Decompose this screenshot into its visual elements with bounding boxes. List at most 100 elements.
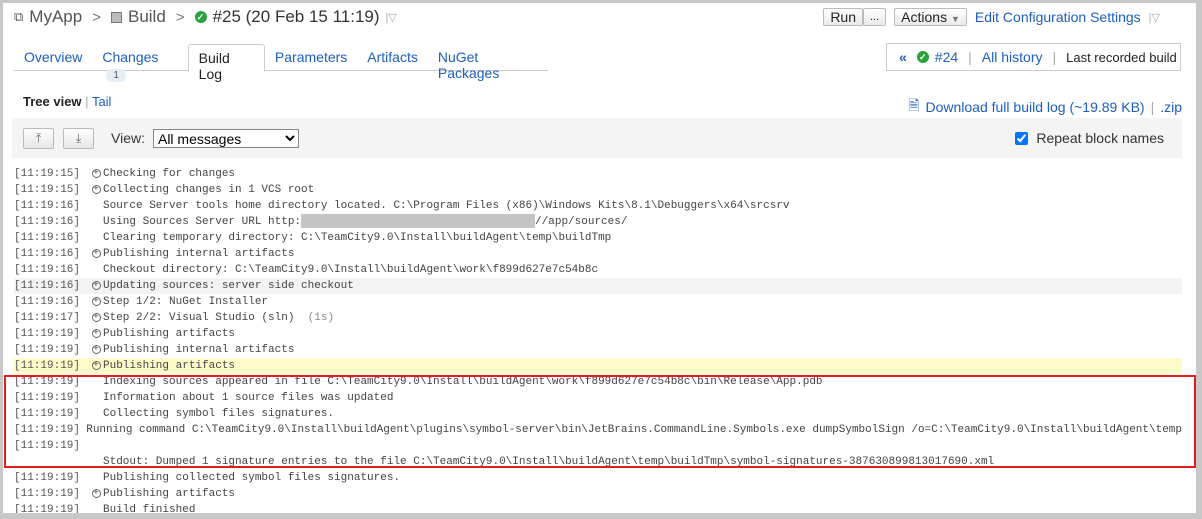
tab-overview[interactable]: Overview [14,44,92,71]
log-view-switch: Tree view | Tail [23,94,111,109]
divider: | [1052,49,1057,65]
log-row: [11:19:15] + Collecting changes in 1 VCS r… [14,182,1182,198]
download-zip-link[interactable]: .zip [1160,99,1182,115]
actions-label: Actions [901,9,948,25]
log-message: Indexing sources appeared in file C:\Tea… [103,376,823,388]
previous-build-link[interactable]: #24 [935,49,958,65]
log-timestamp: [11:19:17] [14,312,81,324]
expand-icon[interactable]: + [89,486,103,502]
tab-build-log[interactable]: Build Log [187,44,265,82]
expand-icon[interactable]: + [89,310,103,326]
run-options-button[interactable]: ... [863,8,887,26]
breadcrumb-build: #25 (20 Feb 15 11:19) [212,7,380,26]
tab-changes[interactable]: Changes 1 [92,44,187,82]
download-log-link[interactable]: Download full build log (~19.89 KB) [925,99,1144,115]
log-row: [11:19:15] + Checking for changes [14,166,1182,182]
tab-bar: Overview Changes 1 Build Log Parameters A… [14,44,548,82]
actions-button[interactable]: Actions ▼ [894,8,967,26]
log-row: [11:19:19] Collecting symbol files signat… [14,406,1182,422]
tab-nuget-packages[interactable]: NuGet Packages [428,44,548,81]
project-icon: ⧉ [14,9,24,24]
log-row: [11:19:19] Running command C:\TeamCity9.0… [14,422,1182,438]
log-row: [11:19:16] Using Sources Server URL http:… [14,214,1182,230]
tail-tab[interactable]: Tail [92,94,112,109]
expand-icon[interactable]: + [89,278,103,294]
run-button[interactable]: Run [823,8,863,26]
log-message: Stdout: Dumped 1 signature entries to th… [103,456,995,468]
log-message: Publishing artifacts [103,328,236,340]
tree-view-tab[interactable]: Tree view [23,94,82,109]
divider: | [968,49,972,65]
log-timestamp: [11:19:16] [14,216,81,228]
success-icon: ✓ [194,11,207,23]
scroll-bottom-button[interactable]: ⤓ [63,127,94,149]
breadcrumb-config[interactable]: Build [128,7,166,27]
build-dropdown-icon[interactable]: |▽ [386,11,397,24]
build-log: [11:19:15] + Checking for changes [11:19:15… [14,166,1182,518]
last-recorded-build-label: Last recorded build [1066,49,1177,65]
log-timestamp: [11:19:16] [14,248,81,260]
expand-icon[interactable]: + [89,166,103,182]
log-timestamp: [11:19:19] [14,408,81,420]
log-message: Clearing temporary directory: C:\TeamCit… [103,232,612,244]
all-history-link[interactable]: All history [982,49,1043,65]
repeat-block-names[interactable]: Repeat block names [1015,130,1164,146]
expand-icon[interactable]: + [89,342,103,358]
log-timestamp [14,454,89,470]
tab-parameters[interactable]: Parameters [265,44,357,71]
header-actions: Run ... Actions ▼ Edit Configuration Set… [823,8,1160,26]
view-select[interactable]: All messages [152,128,299,148]
build-config-icon [110,11,122,23]
log-row: [11:19:16] + Updating sources: server side… [14,278,1182,294]
log-timestamp: [11:19:19] [14,360,81,372]
window-border [0,513,1202,519]
window-border [1196,0,1202,519]
duration: (1s) [307,312,335,324]
tab-artifacts[interactable]: Artifacts [357,44,428,71]
repeat-block-names-checkbox[interactable] [1015,131,1029,145]
log-message: Publishing internal artifacts [103,248,295,260]
changes-count-badge: 1 [106,69,126,82]
log-timestamp: [11:19:19] [14,488,81,500]
edit-dropdown-icon[interactable]: |▽ [1149,11,1160,24]
log-row: [11:19:19] + Publishing artifacts [14,358,1182,374]
log-timestamp: [11:19:19] [14,376,81,388]
log-row: [11:19:19] Indexing sources appeared in f… [14,374,1182,390]
expand-icon[interactable]: + [89,246,103,262]
log-row: [11:19:19] Publishing collected symbol fi… [14,470,1182,486]
expand-icon[interactable]: + [89,326,103,342]
scroll-top-button[interactable]: ⤒ [23,127,54,149]
log-message: Running command C:\TeamCity9.0\Install\b… [86,424,1182,436]
expand-icon[interactable]: + [89,182,103,198]
divider: | [85,94,92,109]
log-message: Information about 1 source files was upd… [103,392,394,404]
edit-configuration-link[interactable]: Edit Configuration Settings [975,9,1141,25]
log-timestamp: [11:19:16] [14,280,81,292]
previous-build-icon[interactable]: « [899,49,907,65]
log-row: [11:19:17] + Step 2/2: Visual Studio (sln)… [14,310,1182,326]
breadcrumb-project[interactable]: MyApp [29,7,82,27]
log-timestamp: [11:19:19] [14,392,81,404]
expand-icon[interactable]: + [89,358,103,374]
log-row: [11:19:19] [14,438,1182,454]
log-row: [11:19:19] + Publishing internal artifacts [14,342,1182,358]
tab-label: Changes [102,49,159,65]
download-icon: 🗎 [908,97,920,113]
log-message: Updating sources: server side checkout [103,280,354,292]
log-message: Step 2/2: Visual Studio (sln) [103,312,295,324]
log-message: Publishing collected symbol files signat… [103,472,401,484]
log-message: Step 1/2: NuGet Installer [103,296,269,308]
expand-icon[interactable]: + [89,294,103,310]
redacted-block [301,214,536,228]
divider: | [1150,99,1155,115]
breadcrumb: ⧉ MyApp > Build > ✓ #25 (20 Feb 15 11:19… [14,7,397,27]
log-timestamp: [11:19:16] [14,232,81,244]
